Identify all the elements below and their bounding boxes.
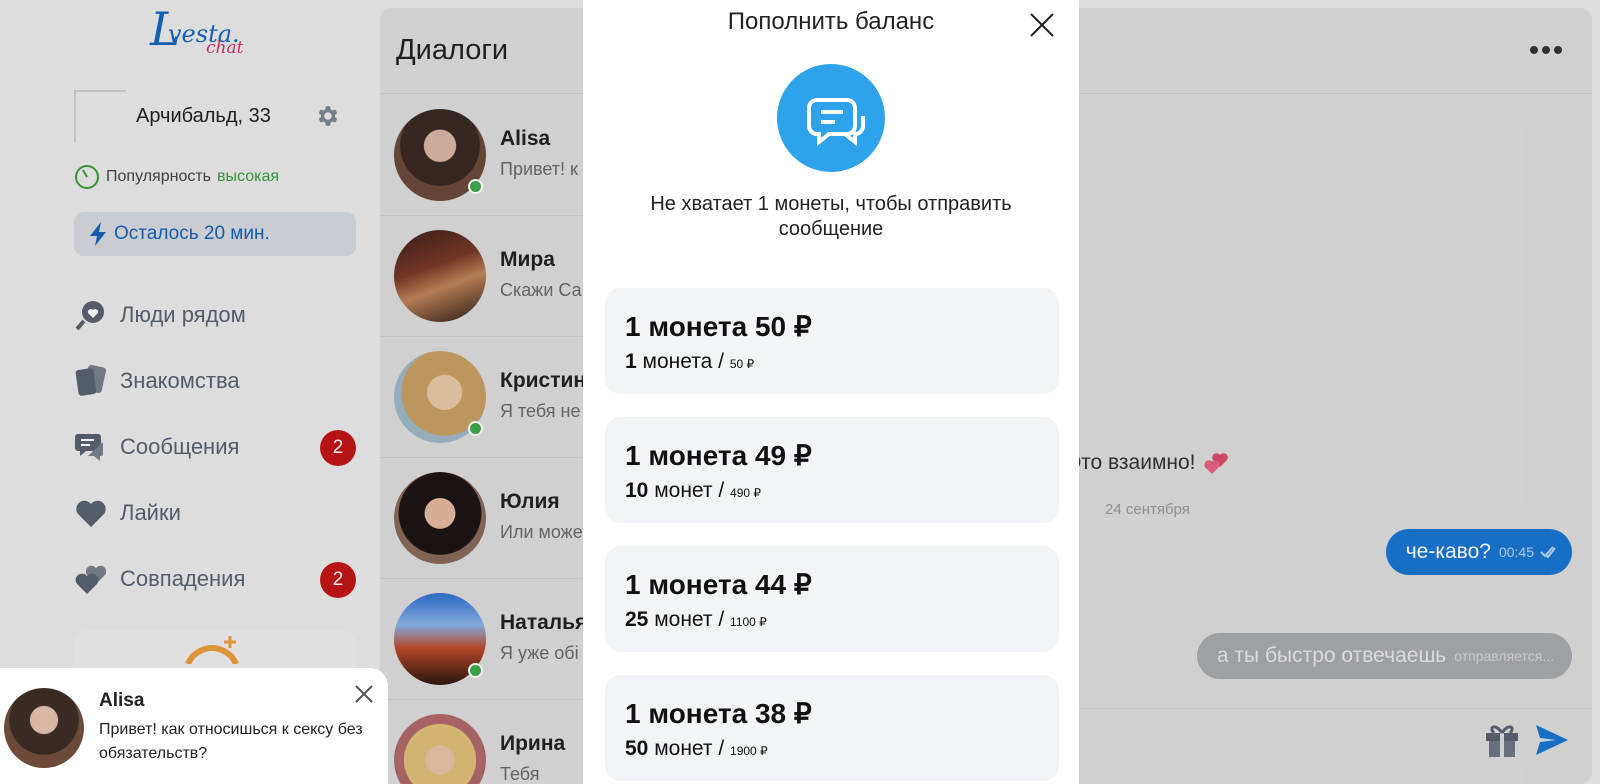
package-price: 1 монета 38 ₽ xyxy=(625,698,812,729)
message-notification[interactable]: Alisa Привет! как относишься к сексу без… xyxy=(0,668,388,784)
close-icon[interactable] xyxy=(1029,12,1055,38)
package-option[interactable]: 1 монета 44 ₽ 25 монет / 1100 ₽ xyxy=(605,546,1059,652)
package-price: 1 монета 50 ₽ xyxy=(625,311,812,342)
notification-text: Привет! как относишься к сексу без обяза… xyxy=(99,721,363,762)
avatar xyxy=(4,688,84,768)
close-icon[interactable] xyxy=(354,684,374,704)
package-option[interactable]: 1 монета 50 ₽ 1 монета / 50 ₽ xyxy=(605,288,1059,394)
package-detail: 50 монет / 1900 ₽ xyxy=(625,737,768,760)
package-detail: 10 монет / 490 ₽ xyxy=(625,479,762,502)
package-price: 1 монета 49 ₽ xyxy=(625,440,812,471)
modal-message: Не хватает 1 монеты, чтобы отправить соо… xyxy=(650,193,1012,240)
notification-sender: Alisa xyxy=(99,690,145,711)
chat-bubbles-icon xyxy=(777,64,885,172)
package-option[interactable]: 1 монета 38 ₽ 50 монет / 1900 ₽ xyxy=(605,675,1059,781)
package-option[interactable]: 1 монета 49 ₽ 10 монет / 490 ₽ xyxy=(605,417,1059,523)
package-detail: 25 монет / 1100 ₽ xyxy=(625,608,767,631)
package-detail: 1 монета / 50 ₽ xyxy=(625,350,755,373)
topup-modal: Пополнить баланс Не хватает 1 монеты, чт… xyxy=(583,0,1079,784)
package-price: 1 монета 44 ₽ xyxy=(625,569,812,600)
modal-title: Пополнить баланс xyxy=(727,8,935,35)
